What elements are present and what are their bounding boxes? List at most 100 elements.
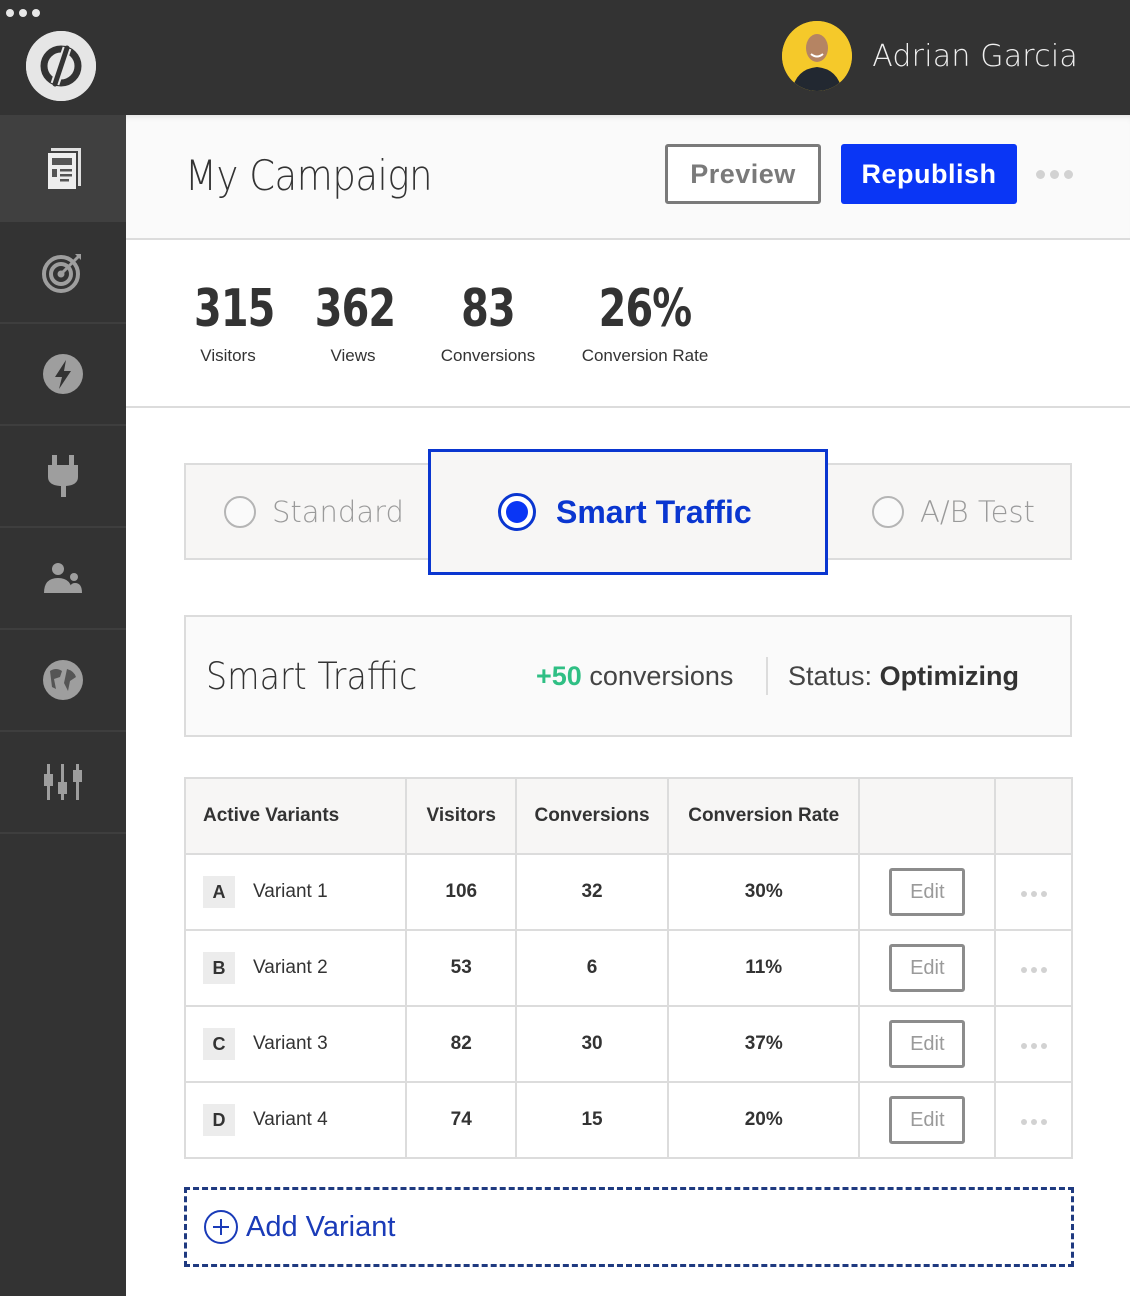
conversion-rate-cell: 37% bbox=[666, 1005, 861, 1083]
visitors-cell: 82 bbox=[405, 1005, 518, 1083]
conversions-delta-label: conversions bbox=[589, 661, 734, 691]
status-badge: Status: Optimizing bbox=[788, 661, 1019, 692]
conversion-rate-cell: 20% bbox=[666, 1081, 861, 1159]
sidebar-item-pages[interactable] bbox=[0, 115, 126, 222]
sliders-icon bbox=[44, 764, 82, 800]
more-cell bbox=[994, 853, 1073, 931]
unbounce-logo-icon[interactable] bbox=[26, 31, 96, 101]
variant-name[interactable]: Variant 1 bbox=[253, 881, 328, 902]
edit-cell: Edit bbox=[858, 1005, 997, 1083]
smart-traffic-panel: Smart Traffic +50 conversions Status: Op… bbox=[184, 615, 1072, 737]
user-name: Adrian Garcia bbox=[872, 38, 1078, 74]
stat-value: 26% bbox=[598, 279, 692, 339]
table-row: B Variant 2 53 6 11% Edit bbox=[183, 929, 1073, 1007]
sidebar-nav bbox=[0, 115, 126, 1296]
variant-letter-badge: A bbox=[203, 876, 235, 908]
table-row: C Variant 3 82 30 37% Edit bbox=[183, 1005, 1073, 1083]
column-header-more bbox=[994, 777, 1073, 855]
plus-circle-icon bbox=[204, 1210, 238, 1244]
more-options-icon[interactable] bbox=[1034, 168, 1075, 181]
sidebar-item-settings[interactable] bbox=[0, 732, 126, 834]
mode-label: Standard bbox=[272, 494, 404, 529]
sidebar-item-integrations[interactable] bbox=[0, 426, 126, 528]
users-icon bbox=[44, 563, 82, 593]
table-header-row: Active Variants Visitors Conversions Con… bbox=[183, 777, 1073, 855]
edit-button[interactable]: Edit bbox=[889, 944, 966, 992]
page-header: My Campaign Preview Republish bbox=[126, 115, 1130, 240]
edit-cell: Edit bbox=[858, 929, 997, 1007]
smart-traffic-title: Smart Traffic bbox=[206, 655, 418, 698]
edit-button[interactable]: Edit bbox=[889, 1020, 966, 1068]
visitors-cell: 53 bbox=[405, 929, 518, 1007]
more-options-icon[interactable] bbox=[1017, 1115, 1051, 1129]
variant-letter-badge: B bbox=[203, 952, 235, 984]
radio-unselected-icon[interactable] bbox=[224, 495, 256, 528]
stat-label: Views bbox=[330, 346, 376, 365]
edit-cell: Edit bbox=[858, 853, 997, 931]
more-cell bbox=[994, 929, 1073, 1007]
variant-letter-badge: C bbox=[203, 1028, 235, 1060]
conversion-rate-cell: 30% bbox=[666, 853, 861, 931]
more-options-icon[interactable] bbox=[1017, 887, 1051, 901]
mode-option-standard[interactable]: Standard bbox=[224, 465, 404, 558]
stat-label: Visitors bbox=[200, 346, 256, 365]
stat-value: 315 bbox=[194, 279, 275, 339]
avatar[interactable] bbox=[782, 21, 853, 91]
visitors-cell: 74 bbox=[405, 1081, 518, 1159]
edit-button[interactable]: Edit bbox=[889, 868, 966, 916]
conversions-cell: 30 bbox=[515, 1005, 669, 1083]
sidebar-item-domains[interactable] bbox=[0, 630, 126, 732]
stat-views: 362 Views bbox=[308, 280, 398, 366]
column-header-edit bbox=[858, 777, 997, 855]
table-row: A Variant 1 106 32 30% Edit bbox=[183, 853, 1073, 931]
more-cell bbox=[994, 1081, 1073, 1159]
republish-button[interactable]: Republish bbox=[841, 144, 1017, 204]
edit-cell: Edit bbox=[858, 1081, 997, 1159]
table-row: D Variant 4 74 15 20% Edit bbox=[183, 1081, 1073, 1159]
stat-label: Conversion Rate bbox=[581, 346, 709, 365]
mode-label: Smart Traffic bbox=[556, 493, 752, 530]
globe-icon bbox=[43, 660, 83, 700]
mode-label: A/B Test bbox=[920, 494, 1035, 529]
more-options-icon[interactable] bbox=[1017, 963, 1051, 977]
edit-button[interactable]: Edit bbox=[889, 1096, 966, 1144]
variant-name[interactable]: Variant 2 bbox=[253, 957, 328, 978]
visitors-cell: 106 bbox=[405, 853, 518, 931]
sidebar-item-automation[interactable] bbox=[0, 324, 126, 426]
sidebar-item-goals[interactable] bbox=[0, 222, 126, 324]
variant-cell: C Variant 3 bbox=[183, 1005, 408, 1083]
stat-conversions: 83 Conversions bbox=[436, 280, 540, 366]
radio-unselected-icon[interactable] bbox=[872, 495, 904, 528]
user-menu[interactable]: Adrian Garcia bbox=[782, 21, 1078, 91]
conversions-delta: +50 conversions bbox=[536, 661, 733, 692]
variant-name[interactable]: Variant 3 bbox=[253, 1033, 328, 1054]
variants-table: Active Variants Visitors Conversions Con… bbox=[183, 777, 1073, 1159]
conversions-cell: 15 bbox=[515, 1081, 669, 1159]
conversions-cell: 6 bbox=[515, 929, 669, 1007]
variant-cell: B Variant 2 bbox=[183, 929, 408, 1007]
column-header-visitors: Visitors bbox=[405, 777, 518, 855]
target-icon bbox=[42, 254, 81, 293]
conversions-cell: 32 bbox=[515, 853, 669, 931]
variant-name[interactable]: Variant 4 bbox=[253, 1109, 328, 1130]
lightning-icon bbox=[43, 354, 83, 394]
more-options-icon[interactable] bbox=[1017, 1039, 1051, 1053]
window-menu-icon[interactable] bbox=[6, 9, 40, 17]
sidebar-item-audience[interactable] bbox=[0, 528, 126, 630]
page-title: My Campaign bbox=[185, 151, 433, 200]
stat-value: 362 bbox=[314, 279, 396, 339]
column-header-conversion-rate: Conversion Rate bbox=[666, 777, 861, 855]
main-content: My Campaign Preview Republish 315 Visito… bbox=[126, 115, 1130, 1296]
more-cell bbox=[994, 1005, 1073, 1083]
mode-option-ab-test[interactable]: A/B Test bbox=[872, 465, 1035, 558]
status-value: Optimizing bbox=[879, 661, 1020, 691]
add-variant-label: Add Variant bbox=[246, 1210, 396, 1243]
variant-cell: D Variant 4 bbox=[183, 1081, 408, 1159]
pages-icon bbox=[46, 147, 81, 191]
radio-selected-icon[interactable] bbox=[498, 493, 536, 531]
preview-button[interactable]: Preview bbox=[665, 144, 821, 204]
mode-option-smart-traffic[interactable]: Smart Traffic bbox=[428, 449, 828, 575]
divider bbox=[766, 657, 768, 695]
add-variant-button[interactable]: Add Variant bbox=[184, 1187, 1074, 1267]
stats-summary: 315 Visitors 362 Views 83 Conversions 26… bbox=[126, 240, 1130, 408]
